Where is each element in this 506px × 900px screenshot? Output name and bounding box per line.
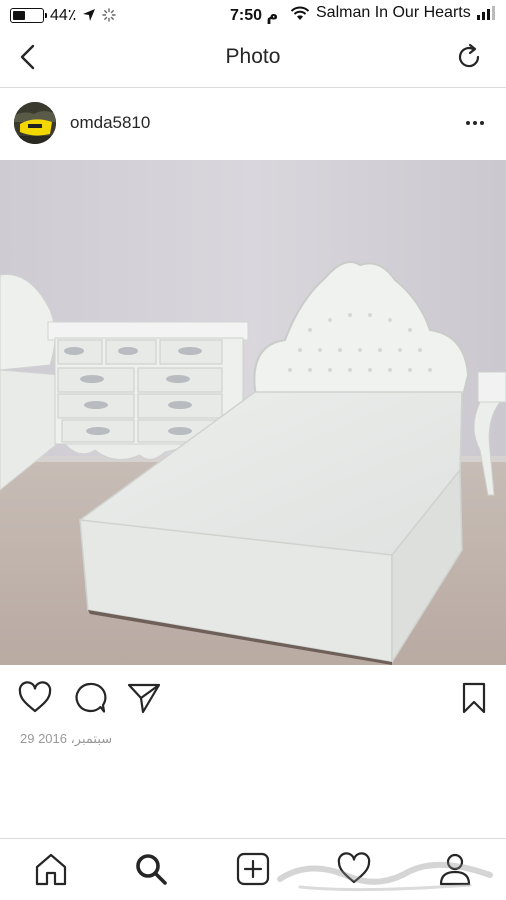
username[interactable]: omda5810 xyxy=(70,113,150,133)
avatar-image xyxy=(14,102,56,144)
battery-cap xyxy=(45,12,47,18)
carrier-name: Salman In Our Hearts xyxy=(316,4,471,21)
watermark-logo xyxy=(277,861,493,892)
status-bar: 44٪ 7:50 م Salman In Our Hearts xyxy=(0,0,506,30)
avatar[interactable] xyxy=(14,102,56,144)
more-options-icon[interactable] xyxy=(466,115,486,131)
more-dot xyxy=(466,121,470,125)
nav-bar: Photo xyxy=(0,30,506,88)
bedroom-photo xyxy=(0,160,506,665)
bookmark-icon[interactable] xyxy=(456,680,492,716)
post-header: omda5810 xyxy=(0,88,506,160)
page-title: Photo xyxy=(225,45,281,68)
battery-percent: 44٪ xyxy=(50,7,77,24)
status-left: 44٪ xyxy=(10,5,117,25)
send-icon[interactable] xyxy=(126,680,162,716)
battery-fill xyxy=(13,10,25,20)
heart-icon[interactable] xyxy=(17,680,53,716)
add-icon[interactable] xyxy=(235,851,271,887)
wifi-icon xyxy=(290,6,310,20)
more-dot xyxy=(480,121,484,125)
comment-icon[interactable] xyxy=(72,680,108,716)
status-right: Salman In Our Hearts xyxy=(290,4,497,22)
more-dot xyxy=(473,121,477,125)
refresh-icon[interactable] xyxy=(454,42,484,72)
signal-bars-icon xyxy=(476,6,495,20)
location-arrow-icon xyxy=(83,9,96,21)
post-date: 29 سبتمبر، 2016 xyxy=(20,731,113,746)
bottom-tab-bar xyxy=(0,838,506,900)
battery-icon xyxy=(10,7,47,23)
status-time: 7:50 م xyxy=(230,7,279,24)
home-icon[interactable] xyxy=(33,851,69,887)
search-icon[interactable] xyxy=(133,851,169,887)
post-actions xyxy=(0,680,506,720)
post-photo[interactable] xyxy=(0,160,506,665)
activity-spinner-icon xyxy=(102,8,117,22)
